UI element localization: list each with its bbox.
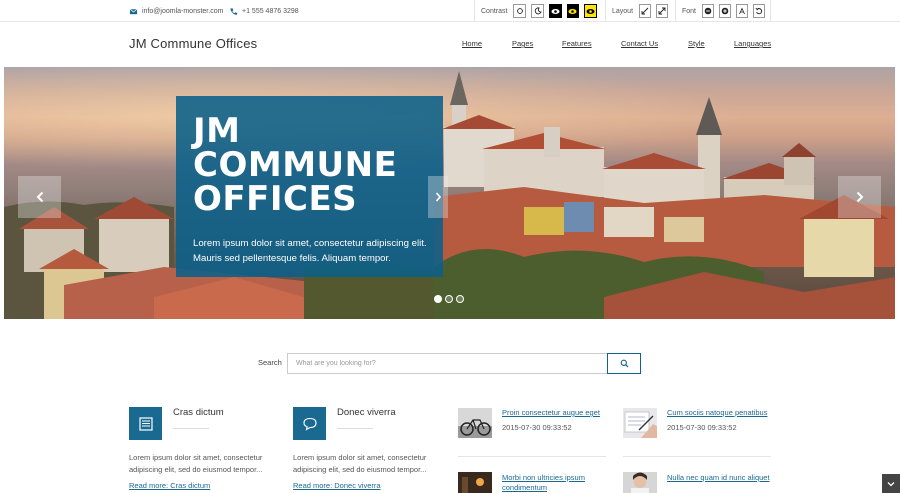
hero-description: Lorem ipsum dolor sit amet, consectetur … — [193, 238, 427, 264]
slider-dot-1[interactable] — [434, 295, 442, 303]
contrast-default-button[interactable] — [513, 4, 527, 18]
moon-icon — [534, 7, 542, 15]
font-size-button[interactable] — [736, 4, 749, 18]
slider-dot-3[interactable] — [456, 295, 464, 303]
slider-next-button[interactable] — [838, 176, 881, 218]
feature-text: Lorem ipsum dolor sit amet, consectetur … — [129, 453, 263, 474]
chevron-down-icon — [887, 481, 895, 486]
news-title-link[interactable]: Proin consectetur augue eget — [502, 408, 617, 418]
search-input[interactable] — [287, 353, 608, 374]
text-size-icon — [739, 7, 745, 15]
contrast-controls: Contrast — [474, 0, 602, 22]
feature-title[interactable]: Donec viverra — [337, 407, 396, 418]
eye-icon — [568, 8, 577, 14]
feature-divider — [173, 428, 209, 429]
contrast-yellow-black-button[interactable] — [584, 4, 597, 18]
town-panorama-image — [4, 71, 895, 319]
news-title-link[interactable]: Morbi non ultricies ipsum condimentum — [502, 473, 617, 493]
speech-bubble-icon — [302, 417, 317, 431]
back-to-top-button[interactable] — [882, 474, 900, 493]
news-divider — [458, 456, 606, 457]
slider-mid-arrow[interactable] — [428, 176, 448, 218]
feature-icon-box — [293, 407, 326, 440]
feature-read-more-link[interactable]: Read more: Cras dictum — [129, 481, 210, 490]
hero-slider: JM COMMUNE OFFICES Lorem ipsum dolor sit… — [4, 67, 895, 319]
feature-icon-box — [129, 407, 162, 440]
collapse-icon — [641, 7, 649, 15]
contrast-night-button[interactable] — [531, 4, 544, 18]
feature-text: Lorem ipsum dolor sit amet, consectetur … — [293, 453, 427, 474]
font-label: Font — [682, 7, 697, 15]
contrast-label: Contrast — [481, 7, 508, 15]
phone-contact[interactable]: +1 555 4876 3298 — [229, 0, 299, 22]
phone-text: +1 555 4876 3298 — [242, 7, 299, 15]
sun-icon — [516, 8, 523, 14]
news-date: 2015-07-30 09:33:52 — [667, 423, 737, 432]
slider-pagination — [434, 295, 467, 303]
feature-read-more-link[interactable]: Read more: Donec viverra — [293, 481, 381, 490]
writing-hand-photo — [623, 408, 657, 438]
email-text: info@joomla-monster.com — [142, 7, 224, 15]
news-thumbnail[interactable] — [623, 472, 657, 493]
nav-languages[interactable]: Languages — [734, 39, 771, 48]
layout-wide-button[interactable] — [656, 4, 668, 18]
layout-narrow-button[interactable] — [639, 4, 652, 18]
woman-portrait-photo — [623, 472, 657, 493]
slider-prev-button[interactable] — [18, 176, 61, 218]
news-divider — [623, 456, 771, 457]
search-button[interactable] — [607, 353, 641, 374]
phone-icon — [230, 7, 238, 15]
bicycle-photo — [458, 408, 492, 438]
minus-icon — [704, 7, 712, 15]
news-thumbnail[interactable] — [623, 408, 657, 438]
font-increase-button[interactable] — [719, 4, 732, 18]
hero-title-line: JM — [193, 111, 241, 151]
email-contact[interactable]: info@joomla-monster.com — [129, 0, 223, 22]
hero-title-line: COMMUNE — [193, 145, 398, 185]
site-title[interactable]: JM Commune Offices — [129, 36, 257, 51]
hero-caption: JM COMMUNE OFFICES Lorem ipsum dolor sit… — [176, 96, 443, 277]
plus-icon — [721, 7, 729, 15]
envelope-icon — [129, 8, 138, 14]
eye-icon — [551, 8, 560, 14]
news-title-link[interactable]: Cum sociis natoque penatibus — [667, 408, 782, 418]
top-bar: info@joomla-monster.com +1 555 4876 3298… — [0, 0, 900, 22]
font-decrease-button[interactable] — [702, 4, 715, 18]
slider-dot-2[interactable] — [445, 295, 453, 303]
contrast-black-yellow-button[interactable] — [566, 4, 580, 18]
document-icon — [138, 416, 153, 431]
news-title-link[interactable]: Nulla nec quam id nunc aliquet — [667, 473, 782, 483]
feature-title[interactable]: Cras dictum — [173, 407, 224, 418]
news-date: 2015-07-30 09:33:52 — [502, 423, 572, 432]
chevron-right-icon — [435, 192, 441, 202]
search-label: Search — [258, 358, 282, 367]
nav-contact-us[interactable]: Contact Us — [621, 39, 658, 48]
feature-divider — [337, 428, 373, 429]
news-thumbnail[interactable] — [458, 408, 492, 438]
nav-pages[interactable]: Pages — [512, 39, 533, 48]
layout-controls: Layout — [605, 0, 673, 22]
font-controls: Font — [675, 0, 771, 22]
street-night-photo — [458, 472, 492, 493]
chevron-right-icon — [856, 191, 863, 203]
contrast-highcontrast-button[interactable] — [548, 4, 562, 18]
nav-features[interactable]: Features — [562, 39, 592, 48]
expand-icon — [658, 7, 666, 15]
layout-label: Layout — [612, 7, 634, 15]
eye-icon — [586, 8, 595, 14]
hero-title-line: OFFICES — [193, 179, 358, 219]
nav-style[interactable]: Style — [688, 39, 705, 48]
font-reset-button[interactable] — [753, 4, 766, 18]
reset-icon — [755, 7, 763, 15]
nav-home[interactable]: Home — [462, 39, 482, 48]
chevron-left-icon — [36, 191, 43, 203]
search-icon — [620, 359, 628, 368]
news-thumbnail[interactable] — [458, 472, 492, 493]
